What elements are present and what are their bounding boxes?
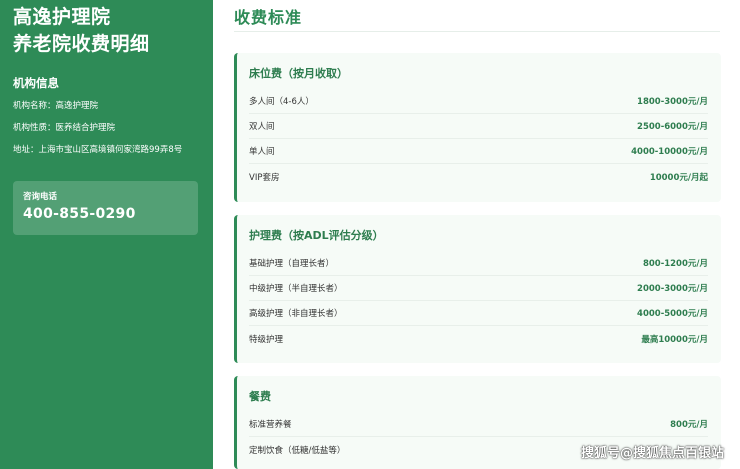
sidebar: 高逸护理院 养老院收费明细 机构信息 机构名称：高逸护理院 机构性质：医养结合护… — [0, 0, 213, 469]
info-type: 机构性质：医养结合护理院 — [13, 123, 116, 133]
row-price: 2000-3000元/月 — [637, 284, 708, 294]
card-bed-fee: 床位费（按月收取） 多人间（4-6人） 1800-3000元/月 双人间 250… — [234, 53, 721, 202]
watermark: 搜狐号@搜狐焦点百银站 — [580, 446, 724, 461]
row-price: 1800-3000元/月 — [637, 97, 708, 107]
row-price: 4000-5000元/月 — [637, 309, 708, 319]
row-label: 基础护理（自理长者） — [249, 259, 335, 269]
card-title: 护理费（按ADL评估分级） — [249, 229, 384, 242]
table-row: 双人间 2500-6000元/月 — [249, 114, 708, 139]
card-title: 餐费 — [249, 390, 271, 403]
row-price: 最高10000元/月 — [641, 334, 708, 345]
contact-card: 咨询电话 400-855-0290 — [13, 181, 198, 235]
contact-phone[interactable]: 400-855-0290 — [23, 206, 188, 222]
card-care-fee: 护理费（按ADL评估分级） 基础护理（自理长者） 800-1200元/月 中级护… — [234, 215, 721, 363]
row-label: 中级护理（半自理长者） — [249, 284, 343, 294]
row-price: 2500-6000元/月 — [637, 122, 708, 132]
row-price: 4000-10000元/月 — [631, 147, 708, 157]
info-name: 机构名称：高逸护理院 — [13, 101, 99, 111]
title-divider — [234, 31, 720, 32]
contact-label: 咨询电话 — [23, 192, 58, 202]
row-label: 单人间 — [249, 147, 275, 157]
row-label: 双人间 — [249, 122, 275, 132]
table-row: 标准营养餐 800元/月 — [249, 412, 708, 437]
row-label: VIP套房 — [249, 172, 280, 183]
row-price: 800元/月 — [670, 420, 708, 430]
table-row: 单人间 4000-10000元/月 — [249, 139, 708, 164]
row-label: 高级护理（非自理长者） — [249, 309, 343, 319]
card-title: 床位费（按月收取） — [249, 67, 348, 80]
main-title: 收费标准 — [234, 8, 303, 27]
section-title: 机构信息 — [13, 76, 59, 90]
row-price: 10000元/月起 — [649, 172, 708, 183]
title-line-1: 高逸护理院 — [13, 6, 111, 28]
table-row: VIP套房 10000元/月起 — [249, 164, 708, 189]
page-title: 高逸护理院 养老院收费明细 — [13, 4, 201, 58]
row-label: 标准营养餐 — [249, 420, 292, 430]
title-line-2: 养老院收费明细 — [13, 33, 150, 55]
row-label: 定制饮食（低糖/低盐等） — [249, 445, 346, 456]
table-row: 中级护理（半自理长者） 2000-3000元/月 — [249, 276, 708, 301]
table-row: 高级护理（非自理长者） 4000-5000元/月 — [249, 301, 708, 326]
info-address: 地址：上海市宝山区高境镇何家湾路99弄8号 — [13, 145, 183, 155]
row-label: 多人间（4-6人） — [249, 97, 314, 107]
row-label: 特级护理 — [249, 334, 284, 345]
row-price: 800-1200元/月 — [642, 259, 708, 269]
main-content: 收费标准 床位费（按月收取） 多人间（4-6人） 1800-3000元/月 双人… — [213, 0, 740, 469]
table-row: 多人间（4-6人） 1800-3000元/月 — [249, 89, 708, 114]
table-row: 基础护理（自理长者） 800-1200元/月 — [249, 251, 708, 276]
table-row: 特级护理 最高10000元/月 — [249, 326, 708, 351]
